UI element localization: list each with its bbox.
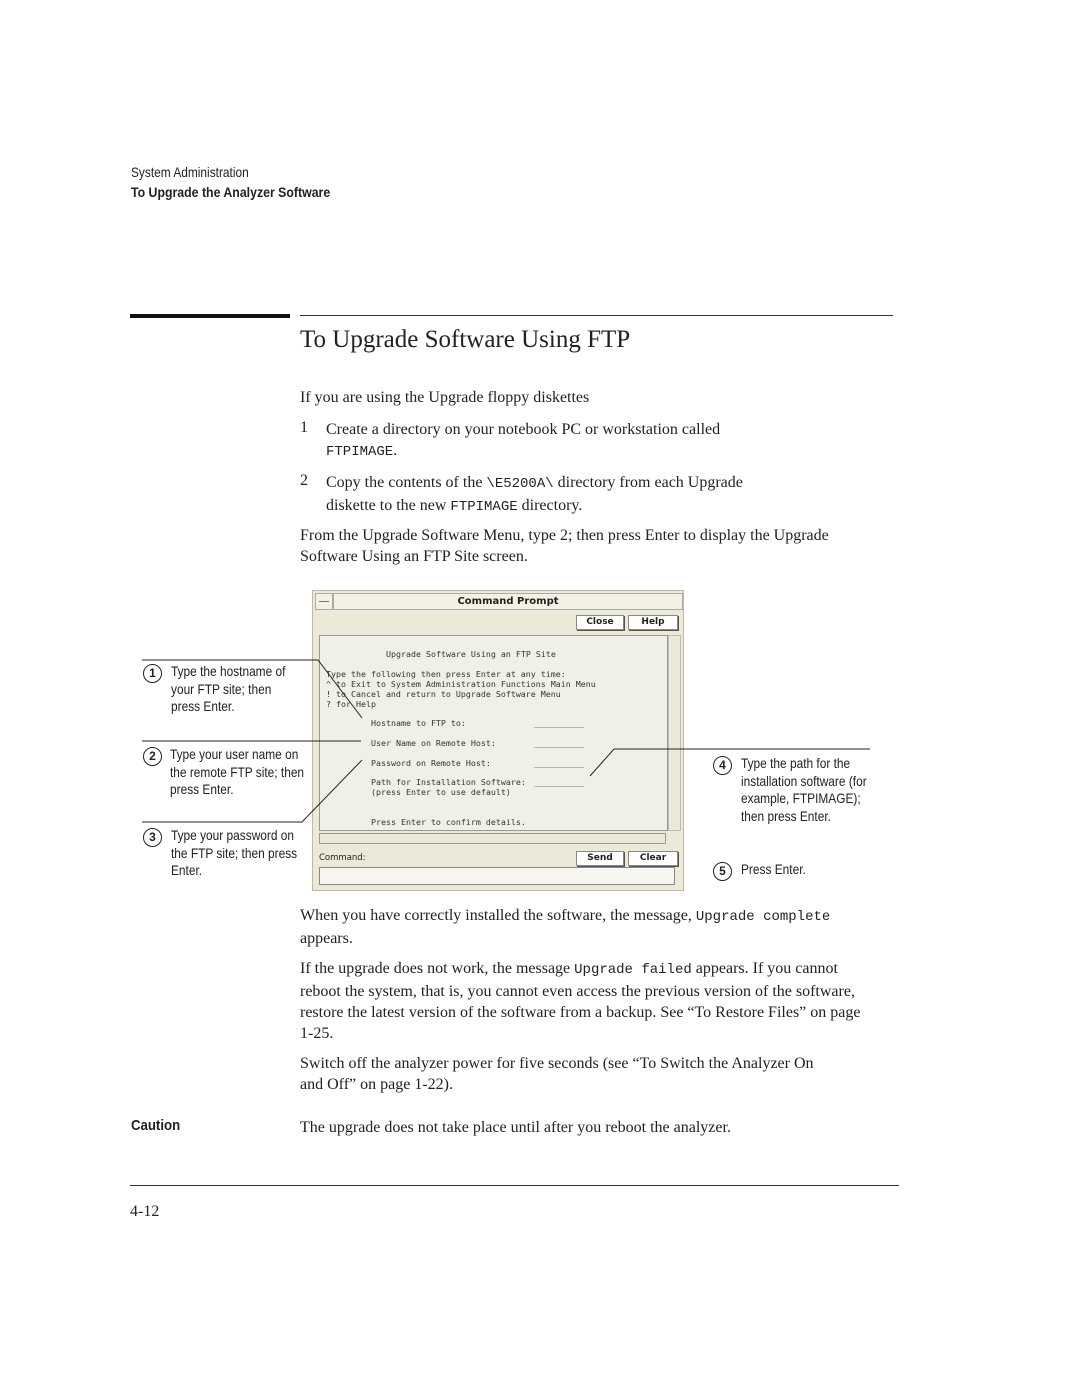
text: When you have correctly installed the so… bbox=[300, 907, 696, 924]
paragraph: Switch off the analyzer power for five s… bbox=[300, 1055, 814, 1093]
callout-text-2: Type your user name on the remote FTP si… bbox=[170, 746, 305, 797]
callout-text-1: Type the hostname of your FTP site; then… bbox=[171, 663, 286, 714]
caution-text: The upgrade does not take place until af… bbox=[300, 1119, 731, 1136]
callout-number-2: 2 bbox=[143, 747, 162, 766]
code-text: Upgrade failed bbox=[574, 962, 692, 978]
paragraph: If the upgrade does not work, the messag… bbox=[300, 958, 870, 1044]
callout-text-4: Type the path for the installation softw… bbox=[741, 755, 867, 824]
callout-number-3: 3 bbox=[143, 828, 162, 847]
code-text: Upgrade complete bbox=[695, 909, 831, 925]
callout-number-5: 5 bbox=[713, 862, 732, 881]
callout-leader-lines bbox=[142, 659, 870, 823]
callout-number-4: 4 bbox=[713, 756, 732, 775]
text: appears. bbox=[300, 930, 353, 947]
page-number: 4-12 bbox=[130, 1203, 160, 1220]
paragraph: When you have correctly installed the so… bbox=[300, 905, 870, 949]
callout-text-3: Type your password on the FTP site; then… bbox=[171, 827, 298, 878]
callout-number-1: 1 bbox=[143, 664, 162, 683]
text: If the upgrade does not work, the messag… bbox=[300, 960, 575, 977]
manual-page: System Administration To Upgrade the Ana… bbox=[0, 0, 1080, 1397]
callout-text-5: Press Enter. bbox=[741, 861, 806, 877]
caution-label: Caution bbox=[131, 1117, 181, 1134]
footer-rule bbox=[130, 1185, 899, 1186]
